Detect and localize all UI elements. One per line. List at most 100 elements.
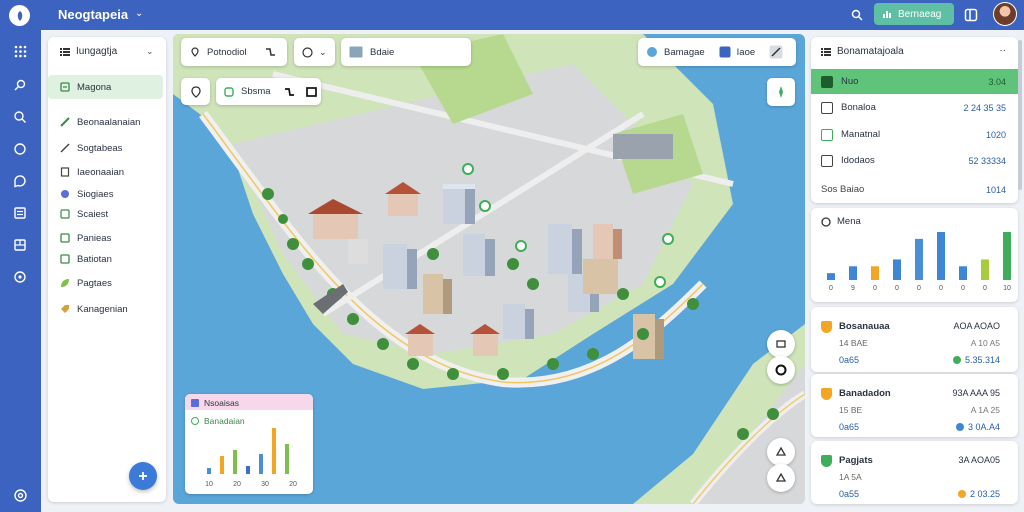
metrics-bar [827,273,835,280]
map-locate-button[interactable] [767,356,795,384]
details-row-1[interactable]: Bonaloa 2 24 35 35 [811,95,1018,120]
primary-action-label: Bernaeag [898,8,942,20]
details-header: Bonamatajoala [821,46,904,57]
mini-tick-label: 20 [233,481,241,488]
top-bar: Neogtapeia ⌄ Bernaeag [0,0,1024,30]
document-icon[interactable] [11,204,29,222]
shield-icon [821,388,832,400]
map-tool-pin[interactable] [181,78,210,105]
metrics-bar-chart: 0 9 0 0 0 0 0 0 10 [827,232,1011,292]
stack-icon [776,340,786,348]
pencil-icon [60,117,70,127]
metrics-bar [871,266,879,280]
layers-sidebar: Iungagtja ⌄ Magona Beonaalanaian Sogtabe… [48,37,166,502]
stat-card-0[interactable]: Bosanauaa AOA AOAO 14 BAE A 10 A5 0a65 5… [811,307,1018,372]
leaf-icon [61,279,69,287]
square-icon [191,399,199,407]
marker-icon [191,47,199,57]
map-chip-4[interactable]: Sbsma [216,78,321,105]
checkbox-icon [224,86,234,97]
sidebar-item-label: Panieas [77,232,112,244]
sidebar-item-2[interactable]: Sogtabeas [48,136,166,160]
primary-action-button[interactable]: Bernaeag [874,3,954,25]
doc-icon [821,154,833,167]
metrics-chart-card[interactable]: Mena 0 9 0 0 0 0 0 0 10 [811,208,1018,302]
map-tilt-button[interactable] [767,438,795,466]
image-icon [349,46,363,58]
sidebar-item-7[interactable]: Batiotan [48,247,166,271]
map-chip-2[interactable]: ⌄ [294,38,335,66]
sidebar-item-3[interactable]: Iaeonaaian [48,160,166,184]
nav-rail [0,30,41,512]
map-chip-1[interactable]: Potnodiol [181,38,287,66]
details-row-3[interactable]: Idodaos 52 33334 [811,148,1018,173]
details-row-0[interactable]: Nuo 3.04 [811,69,1018,94]
metrics-tick-label: 0 [917,285,921,292]
square-icon [60,254,70,264]
metrics-bar [849,266,857,280]
layer-switcher-label-2: Iaoe [736,46,756,58]
sidebar-item-label: Batiotan [77,253,112,265]
sidebar-item-label: Siogiaes [77,188,114,200]
settings-circle-icon[interactable] [11,268,29,286]
metrics-tick-label: 10 [1003,285,1011,292]
panel-toggle-icon[interactable] [962,6,980,24]
rotate-icon [775,472,787,482]
right-panel-scrollbar[interactable] [1018,40,1022,190]
sidebar-item-label: Magona [77,81,112,93]
add-fab-button[interactable] [129,462,157,490]
sidebar-item-0[interactable]: Magona [48,75,163,99]
map-layers-button[interactable] [767,330,795,358]
gear-icon[interactable] [11,486,29,504]
map-zoom-extent-button[interactable] [767,78,795,106]
globe-icon [61,190,69,198]
circle-icon[interactable] [11,140,29,158]
app-logo-icon[interactable] [9,5,30,26]
metrics-tick-label: 9 [851,285,855,292]
app-title[interactable]: Neogtapeia [58,7,128,22]
chevron-down-icon[interactable]: ⌄ [135,8,143,19]
clock-icon [302,46,313,58]
map-mini-chart-panel[interactable]: Nsoaisas Banadaian 10 20 30 20 [185,394,313,494]
tools-icon [769,45,783,59]
drop-icon [719,46,731,58]
layer-switcher[interactable]: Bamagae Iaoe [638,38,796,66]
sidebar-item-8[interactable]: Pagtaes [48,271,166,295]
mini-bar [259,454,263,474]
chevron-down-icon[interactable]: ⌄ [146,46,154,57]
stat-card-1[interactable]: Banadadon 93A AAA 95 15 BE A 1A 25 0a65 … [811,374,1018,437]
pin-icon[interactable] [11,76,29,94]
metrics-tick-label: 0 [939,285,943,292]
sidebar-header[interactable]: Iungagtja [60,46,117,57]
sidebar-item-1[interactable]: Beonaalanaian [48,110,166,134]
map-chip-3[interactable]: Bdaie [341,38,471,66]
image-icon[interactable] [11,236,29,254]
frame-icon [305,86,317,97]
sidebar-header-label: Iungagtja [76,46,118,57]
grid-icon[interactable] [11,42,29,60]
avatar[interactable] [993,2,1017,26]
metrics-bar [915,238,923,280]
sidebar-item-label: Kanagenian [77,303,128,315]
metrics-tick-label: 0 [829,285,833,292]
mini-bar [207,468,211,474]
search-icon[interactable] [848,6,866,24]
map-rotate-button[interactable] [767,464,795,492]
layers-icon [60,82,70,92]
sidebar-item-5[interactable]: Scaiest [48,202,166,226]
more-icon[interactable]: ·· [999,45,1006,56]
checkbox-icon [821,128,833,141]
metrics-tick-label: 0 [895,285,899,292]
checkbox-icon [821,101,833,114]
chat-icon[interactable] [11,172,29,190]
details-row-4[interactable]: Sos Baiao 1014 [811,177,1018,202]
plus-icon [139,472,147,480]
list-icon [821,47,831,56]
status-dot-icon [955,423,964,431]
search-icon[interactable] [11,108,29,126]
mini-bar [272,428,276,474]
details-row-2[interactable]: Manatnal 1020 [811,122,1018,147]
sidebar-item-9[interactable]: Kanagenian [48,297,166,321]
list-icon [60,47,70,56]
stat-card-2[interactable]: Pagjats 3A AOA05 1A 5A 0a55 2 03.25 [811,441,1018,504]
